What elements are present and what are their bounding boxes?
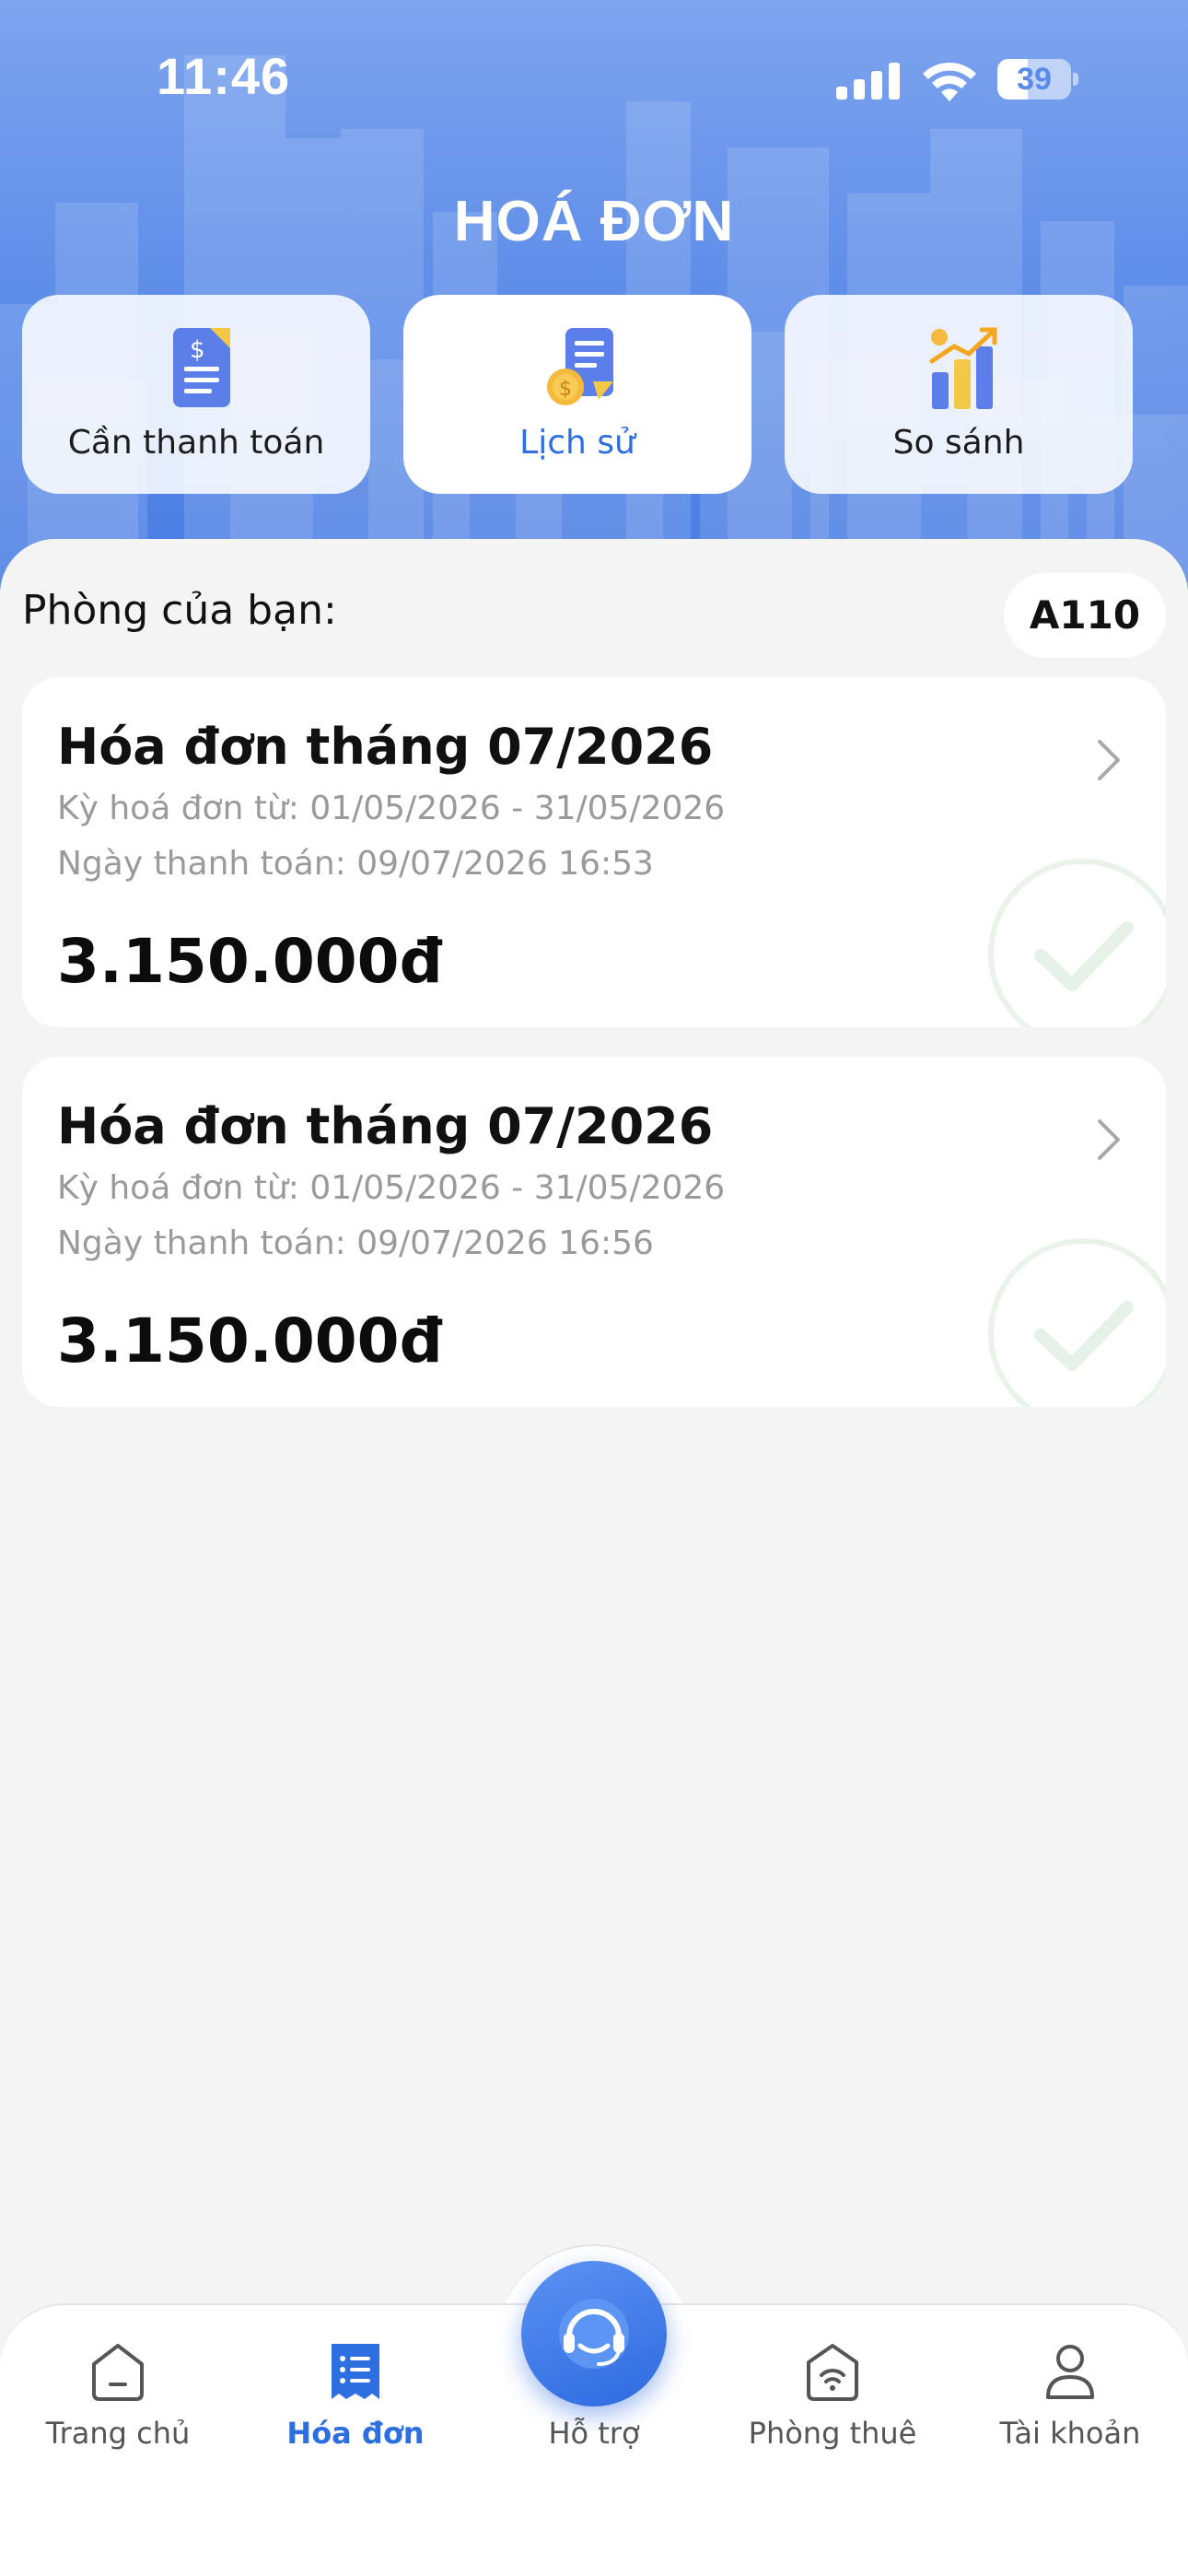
invoice-card[interactable]: Hóa đơn tháng 07/2026 Kỳ hoá đơn từ: 01/… [22,677,1166,1027]
chevron-right-icon [1098,740,1120,780]
compare-chart-icon [929,327,997,409]
invoice-title: Hóa đơn tháng 07/2026 [57,1097,714,1155]
svg-text:$: $ [559,378,572,401]
tab-compare[interactable]: So sánh [785,295,1133,494]
page-title: HOÁ ĐƠN [453,190,735,253]
home-icon [92,2344,144,2401]
svg-text:$: $ [190,336,205,364]
battery-icon: 39 [997,59,1078,100]
invoice-paid-date: Ngày thanh toán: 09/07/2026 16:53 [57,845,654,883]
room-selector[interactable]: A110 [1004,573,1166,658]
invoice-dollar-icon: $ [173,328,230,407]
tab-history[interactable]: $ Lịch sử [403,295,751,494]
battery-level: 39 [1017,62,1052,97]
invoice-tabs: $ Cần thanh toán $ Lịch sử So sánh [0,295,1188,496]
paid-check-icon [988,859,1166,1027]
invoice-title: Hóa đơn tháng 07/2026 [57,718,714,776]
nav-label-home: Trang chủ [45,2416,191,2451]
status-icons: 39 [836,57,1085,103]
invoice-history-panel: Phòng của bạn: A110 Hóa đơn tháng 07/202… [0,539,1188,2308]
invoice-card[interactable]: Hóa đơn tháng 07/2026 Kỳ hoá đơn từ: 01/… [22,1057,1166,1407]
headset-support-icon [559,2299,629,2369]
nav-home[interactable]: Trang chủ [7,2340,228,2478]
nav-label-account: Tài khoản [999,2416,1141,2451]
invoice-amount: 3.150.000đ [57,1306,443,1376]
invoice-amount: 3.150.000đ [57,926,443,997]
receipt-list-icon [332,2344,379,2399]
nav-account[interactable]: Tài khoản [960,2340,1181,2478]
room-label: Phòng của bạn: [22,587,337,634]
tab-to-pay[interactable]: $ Cần thanh toán [22,295,370,494]
invoice-period: Kỳ hoá đơn từ: 01/05/2026 - 31/05/2026 [57,790,726,827]
nav-label-support: Hỗ trợ [548,2416,640,2451]
status-bar: 11:46 39 [0,0,1188,157]
invoice-period: Kỳ hoá đơn từ: 01/05/2026 - 31/05/2026 [57,1169,726,1207]
paid-check-icon [988,1238,1166,1407]
wifi-icon [923,62,976,101]
smart-home-wifi-icon [807,2344,858,2401]
nav-label-rental: Phòng thuê [748,2416,917,2451]
user-icon [1046,2345,1094,2399]
invoice-paid-date: Ngày thanh toán: 09/07/2026 16:56 [57,1224,654,1262]
tab-label-history: Lịch sử [519,424,635,462]
nav-label-invoices: Hóa đơn [286,2416,425,2451]
status-time: 11:46 [157,47,291,105]
chevron-right-icon [1098,1119,1120,1160]
tab-label-compare: So sánh [892,424,1025,462]
support-button[interactable] [521,2261,667,2406]
nav-invoices[interactable]: Hóa đơn [245,2340,466,2478]
nav-rental-room[interactable]: Phòng thuê [722,2340,943,2478]
tab-label-to-pay: Cần thanh toán [67,424,325,462]
cellular-signal-icon [836,63,900,100]
invoice-history-icon: $ [547,328,613,405]
